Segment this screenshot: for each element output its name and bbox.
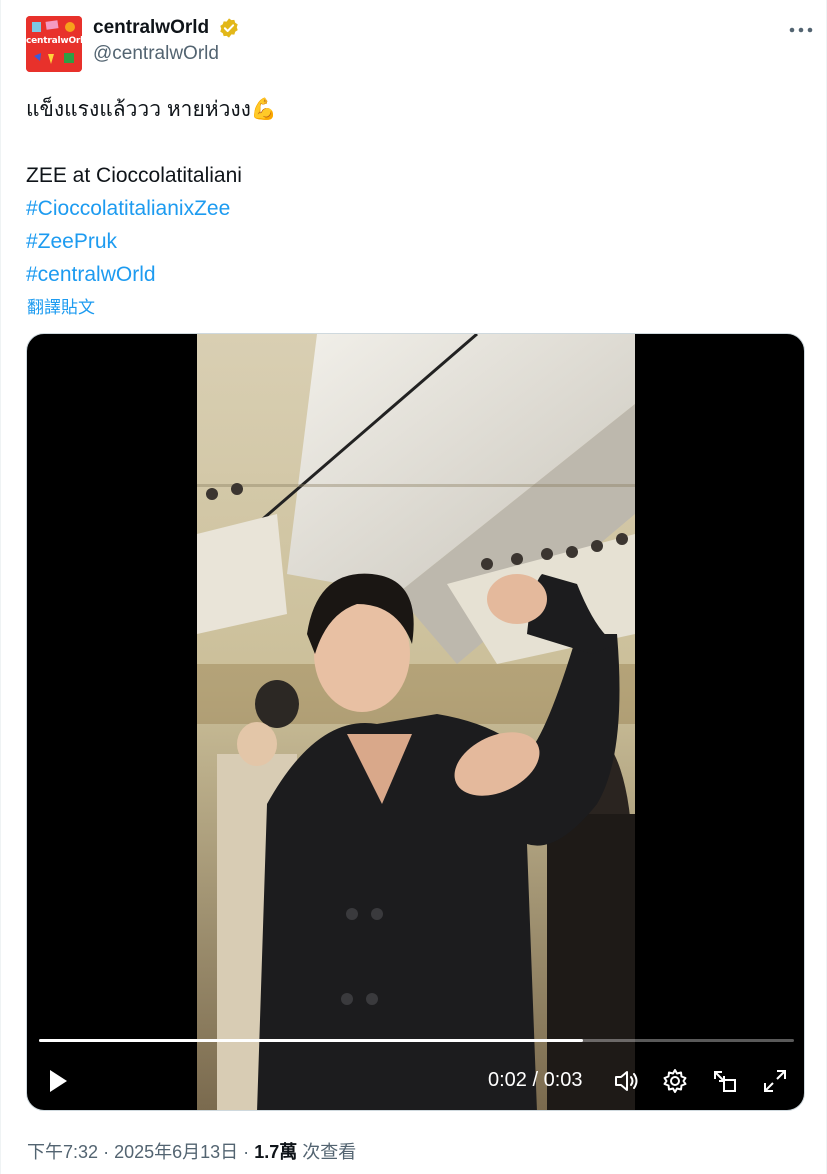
tweet-meta: 下午7:32 · 2025年6月13日 · 1.7萬 次查看 <box>27 1138 356 1164</box>
video-time: 0:02 / 0:03 <box>488 1069 583 1092</box>
hashtag-link[interactable]: #CioccolatitalianixZee <box>26 192 806 225</box>
verified-badge-icon[interactable] <box>218 17 240 39</box>
tweet-text: แข็งแรงแล้ววว หายห่วงง💪 ZEE at Cioccolat… <box>26 93 806 291</box>
video-player[interactable]: 0:02 / 0:03 <box>26 333 805 1111</box>
video-controls: 0:02 / 0:03 <box>27 1059 804 1103</box>
meta-dot: · <box>103 1142 110 1162</box>
more-horizontal-icon[interactable] <box>786 18 816 42</box>
translate-post-link[interactable]: 翻譯貼文 <box>27 293 95 318</box>
view-count: 1.7萬 <box>254 1142 298 1162</box>
view-count-label: 次查看 <box>302 1142 357 1162</box>
tweet-line-3: ZEE at Cioccolatitaliani <box>26 164 242 187</box>
video-duration: 0:03 <box>543 1069 583 1091</box>
video-progress-bar[interactable] <box>39 1039 794 1042</box>
picture-in-picture-icon[interactable] <box>711 1067 739 1095</box>
settings-gear-icon[interactable] <box>661 1067 689 1095</box>
volume-icon[interactable] <box>612 1067 640 1095</box>
post-date[interactable]: 2025年6月13日 <box>114 1142 238 1162</box>
display-name[interactable]: centralwOrld <box>93 17 209 39</box>
avatar-logo-text: centralwOrld <box>26 36 82 46</box>
post-time[interactable]: 下午7:32 <box>27 1142 98 1162</box>
hashtag-link[interactable]: #ZeePruk <box>26 225 806 258</box>
handle[interactable]: @centralwOrld <box>93 43 240 65</box>
author-names: centralwOrld @centralwOrld <box>93 17 240 65</box>
tweet-card: centralwOrld centralwOrld @centralwOrld … <box>0 0 827 1174</box>
video-progress-fill <box>39 1039 583 1042</box>
hashtag-link[interactable]: #centralwOrld <box>26 258 806 291</box>
meta-dot: · <box>243 1142 250 1162</box>
video-current-time: 0:02 <box>488 1069 527 1091</box>
video-frame[interactable] <box>197 334 635 1110</box>
avatar[interactable]: centralwOrld <box>26 16 82 72</box>
tweet-line-1: แข็งแรงแล้ววว หายห่วงง💪 <box>26 98 278 121</box>
video-time-separator: / <box>532 1069 539 1091</box>
video-still-image <box>197 334 635 1110</box>
tweet-header: centralwOrld centralwOrld @centralwOrld <box>26 16 816 72</box>
fullscreen-icon[interactable] <box>761 1067 789 1095</box>
play-icon[interactable] <box>45 1067 71 1095</box>
